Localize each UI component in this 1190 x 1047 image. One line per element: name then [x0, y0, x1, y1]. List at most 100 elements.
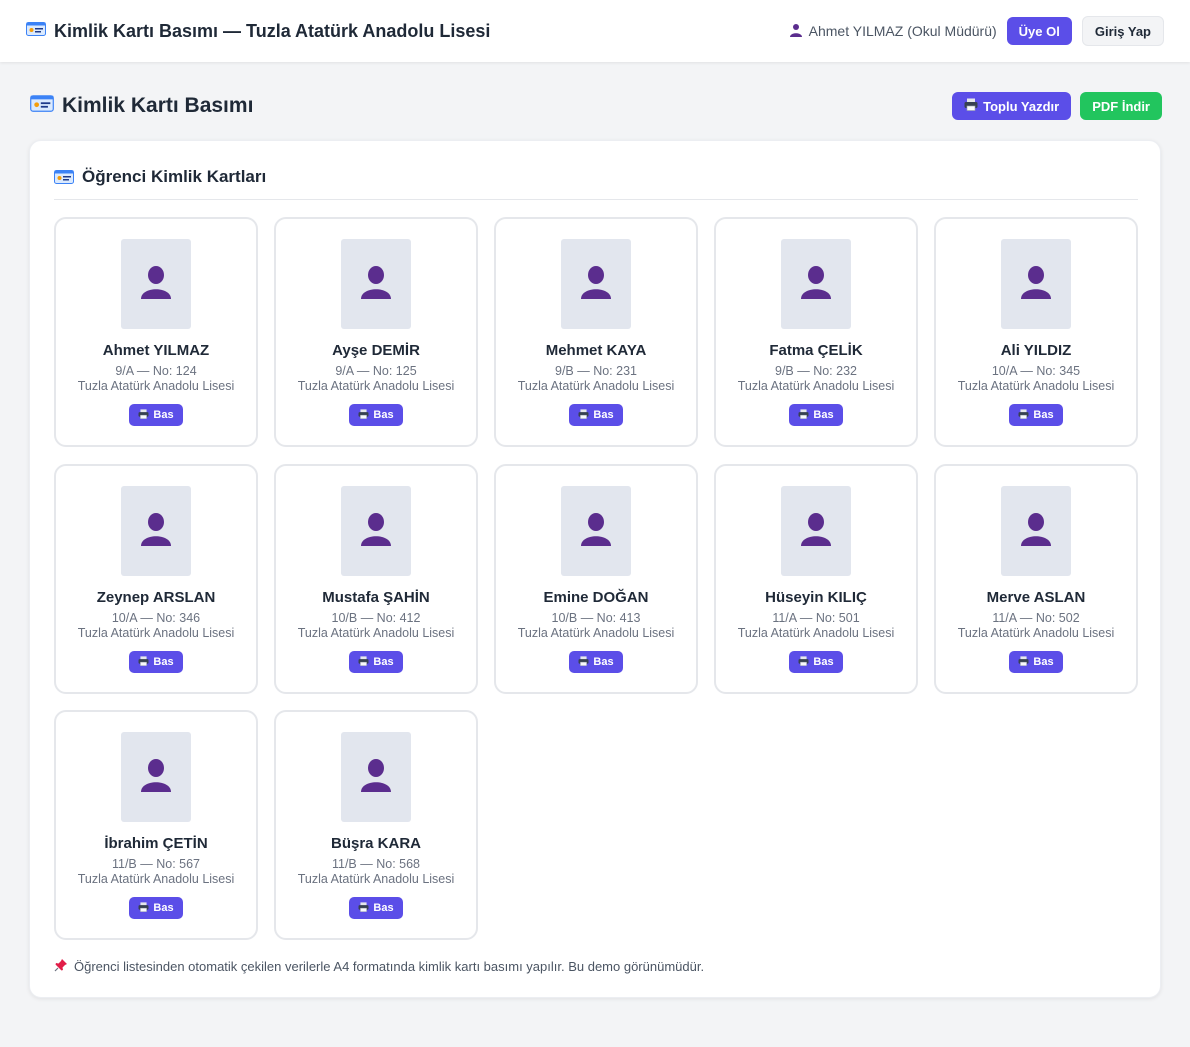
student-card: Zeynep ARSLAN 10/A — No: 346 Tuzla Atatürk… — [54, 464, 258, 694]
id-card-icon — [30, 94, 54, 118]
student-school: Tuzla Atatürk Anadolu Lisesi — [517, 379, 675, 393]
student-name: Emine DOĞAN — [543, 589, 649, 606]
student-name: Hüseyin KILIÇ — [765, 589, 867, 606]
printer-icon — [138, 655, 149, 669]
student-school: Tuzla Atatürk Anadolu Lisesi — [737, 379, 895, 393]
print-card-button[interactable]: Bas — [129, 404, 183, 426]
printer-icon — [798, 655, 809, 669]
printer-icon — [964, 98, 978, 114]
print-card-label: Bas — [813, 656, 834, 668]
student-photo — [781, 239, 851, 329]
top-bar: Kimlik Kartı Basımı — Tuzla Atatürk Anad… — [0, 0, 1190, 62]
print-card-button[interactable]: Bas — [349, 404, 403, 426]
signup-button[interactable]: Üye Ol — [1006, 17, 1072, 45]
student-class-number: 10/B — No: 412 — [331, 611, 421, 625]
student-name: Ahmet YILMAZ — [102, 342, 210, 359]
footnote-text: Öğrenci listesinden otomatik çekilen ver… — [74, 959, 705, 974]
id-cards-panel: Öğrenci Kimlik Kartları Ahmet YILMAZ 9/A … — [29, 140, 1161, 998]
print-card-button[interactable]: Bas — [1009, 651, 1063, 673]
student-name: Büşra KARA — [330, 835, 421, 852]
user-icon — [360, 265, 392, 304]
user-icon — [140, 512, 172, 551]
pdf-download-button[interactable]: PDF İndir — [1080, 92, 1162, 120]
student-school: Tuzla Atatürk Anadolu Lisesi — [957, 626, 1115, 640]
student-class-number: 11/B — No: 568 — [331, 857, 420, 871]
student-photo — [1001, 486, 1071, 576]
current-user-label: Ahmet YILMAZ (Okul Müdürü) — [808, 23, 997, 39]
print-card-button[interactable]: Bas — [349, 651, 403, 673]
print-card-button[interactable]: Bas — [129, 651, 183, 673]
student-school: Tuzla Atatürk Anadolu Lisesi — [297, 872, 455, 886]
student-school: Tuzla Atatürk Anadolu Lisesi — [77, 626, 235, 640]
print-card-label: Bas — [1033, 409, 1054, 421]
student-class-number: 10/A — No: 346 — [111, 611, 201, 625]
printer-icon — [138, 901, 149, 915]
print-card-label: Bas — [153, 409, 174, 421]
student-card: Ahmet YILMAZ 9/A — No: 124 Tuzla Atatürk A… — [54, 217, 258, 447]
user-icon — [580, 512, 612, 551]
id-card-icon — [54, 169, 74, 190]
printer-icon — [1018, 655, 1029, 669]
user-icon — [140, 265, 172, 304]
current-user: Ahmet YILMAZ (Okul Müdürü) — [789, 23, 997, 40]
print-card-button[interactable]: Bas — [789, 404, 843, 426]
student-photo — [121, 732, 191, 822]
student-card: Büşra KARA 11/B — No: 568 Tuzla Atatürk An… — [274, 710, 478, 940]
student-name: Mehmet KAYA — [545, 342, 647, 359]
student-card: İbrahim ÇETİN 11/B — No: 567 Tuzla Atatürk… — [54, 710, 258, 940]
student-school: Tuzla Atatürk Anadolu Lisesi — [737, 626, 895, 640]
student-name: Ayşe DEMİR — [332, 342, 420, 359]
printer-icon — [358, 408, 369, 422]
student-card: Mehmet KAYA 9/B — No: 231 Tuzla Atatürk An… — [494, 217, 698, 447]
print-card-button[interactable]: Bas — [789, 651, 843, 673]
student-card: Mustafa ŞAHİN 10/B — No: 412 Tuzla Atatürk… — [274, 464, 478, 694]
student-name: Fatma ÇELİK — [769, 342, 863, 359]
student-school: Tuzla Atatürk Anadolu Lisesi — [297, 626, 455, 640]
student-class-number: 10/A — No: 345 — [991, 364, 1081, 378]
student-class-number: 9/A — No: 124 — [115, 364, 197, 378]
id-card-icon — [26, 21, 46, 42]
print-card-label: Bas — [813, 409, 834, 421]
student-card: Ayşe DEMİR 9/A — No: 125 Tuzla Atatürk Ana… — [274, 217, 478, 447]
student-photo — [561, 239, 631, 329]
print-card-button[interactable]: Bas — [569, 651, 623, 673]
print-card-label: Bas — [373, 409, 394, 421]
print-card-label: Bas — [373, 902, 394, 914]
brand: Kimlik Kartı Basımı — Tuzla Atatürk Anad… — [26, 21, 490, 42]
user-icon — [1020, 512, 1052, 551]
student-name: Zeynep ARSLAN — [96, 589, 216, 606]
student-photo — [561, 486, 631, 576]
app-title: Kimlik Kartı Basımı — Tuzla Atatürk Anad… — [54, 20, 491, 41]
student-school: Tuzla Atatürk Anadolu Lisesi — [517, 626, 675, 640]
login-button[interactable]: Giriş Yap — [1081, 16, 1164, 46]
print-card-label: Bas — [593, 656, 614, 668]
student-class-number: 9/B — No: 231 — [555, 364, 637, 378]
print-card-button[interactable]: Bas — [129, 897, 183, 919]
user-icon — [360, 512, 392, 551]
printer-icon — [798, 408, 809, 422]
student-card: Ali YILDIZ 10/A — No: 345 Tuzla Atatürk An… — [934, 217, 1138, 447]
student-photo — [121, 486, 191, 576]
print-card-label: Bas — [1033, 656, 1054, 668]
print-all-button[interactable]: Toplu Yazdır — [952, 92, 1072, 120]
student-class-number: 11/B — No: 567 — [111, 857, 200, 871]
student-school: Tuzla Atatürk Anadolu Lisesi — [957, 379, 1115, 393]
student-name: Mustafa ŞAHİN — [322, 589, 430, 606]
print-card-button[interactable]: Bas — [1009, 404, 1063, 426]
print-card-button[interactable]: Bas — [349, 897, 403, 919]
student-card: Merve ASLAN 11/A — No: 502 Tuzla Atatürk A… — [934, 464, 1138, 694]
user-icon — [140, 758, 172, 797]
print-card-button[interactable]: Bas — [569, 404, 623, 426]
student-card: Emine DOĞAN 10/B — No: 413 Tuzla Atatürk A… — [494, 464, 698, 694]
student-class-number: 9/A — No: 125 — [335, 364, 417, 378]
student-class-number: 11/A — No: 502 — [992, 611, 1080, 625]
student-photo — [341, 486, 411, 576]
pushpin-icon — [54, 958, 68, 975]
footnote: Öğrenci listesinden otomatik çekilen ver… — [54, 958, 1138, 975]
student-card: Hüseyin KILIÇ 11/A — No: 501 Tuzla Atatürk… — [714, 464, 918, 694]
student-class-number: 11/A — No: 501 — [772, 611, 860, 625]
user-icon — [800, 265, 832, 304]
user-icon — [800, 512, 832, 551]
printer-icon — [358, 901, 369, 915]
student-photo — [121, 239, 191, 329]
